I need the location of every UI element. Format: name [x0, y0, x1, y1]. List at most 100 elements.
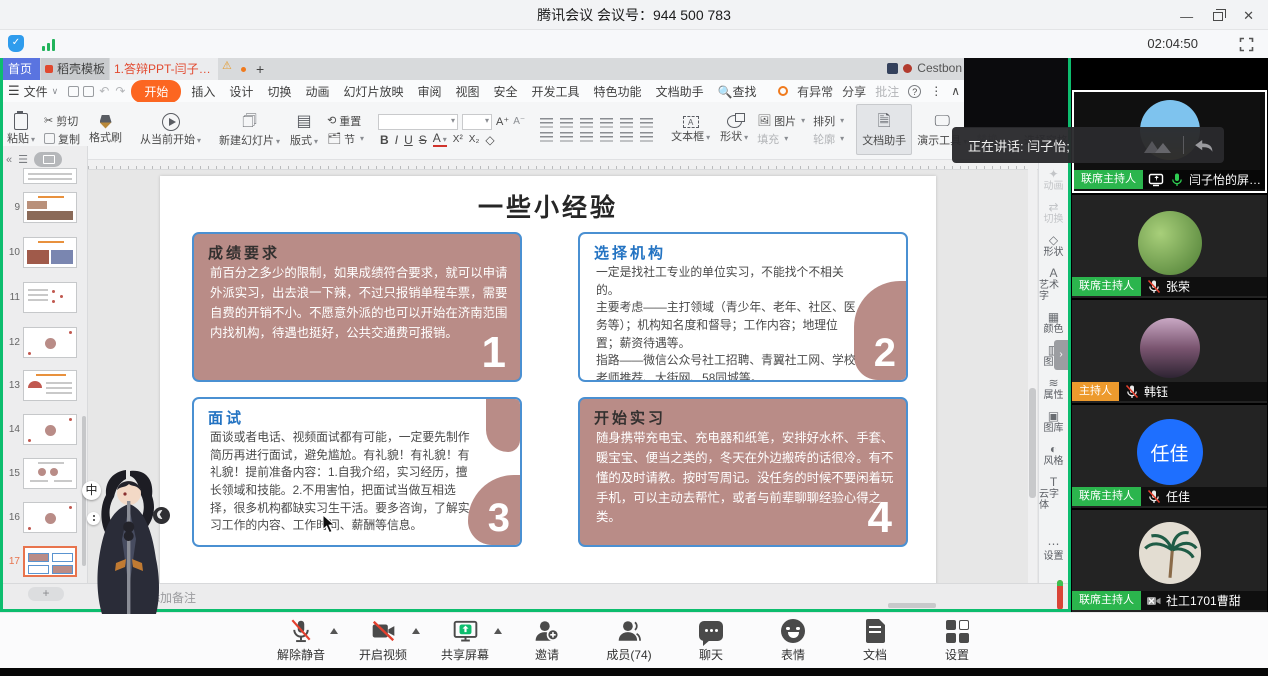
underline-button[interactable]: U: [404, 133, 413, 147]
slideshow-view-icon[interactable]: [34, 152, 62, 167]
redo-icon[interactable]: ↷: [112, 84, 128, 98]
fullscreen-icon[interactable]: [1239, 37, 1254, 52]
text-direction-icon[interactable]: [620, 118, 633, 128]
subscript-button[interactable]: X₂: [469, 134, 480, 145]
font-color-button[interactable]: A: [433, 133, 447, 147]
align-right-icon[interactable]: [580, 132, 593, 142]
slide-thumbnail[interactable]: [23, 168, 77, 184]
menu-home[interactable]: 开始: [131, 80, 181, 103]
slide-thumbnail[interactable]: [23, 282, 77, 313]
start-video-button[interactable]: 开启视频: [354, 617, 412, 663]
vertical-scrollbar[interactable]: [1028, 146, 1037, 583]
textbox-button[interactable]: A文本框: [666, 104, 715, 155]
unmute-button[interactable]: 解除静音: [272, 617, 330, 663]
tool-shapes[interactable]: ◇形状: [1044, 234, 1064, 258]
emoji-button[interactable]: 表情: [764, 617, 822, 663]
menu-animation[interactable]: 动画: [298, 81, 336, 102]
play-from-current-button[interactable]: 从当前开始: [135, 104, 206, 155]
comment-button[interactable]: 批注: [875, 83, 899, 100]
participant-tile[interactable]: 联席主持人 张荣: [1072, 195, 1267, 298]
distribute-icon[interactable]: [620, 132, 633, 142]
participant-tile[interactable]: 任佳 联席主持人 任佳: [1072, 405, 1267, 508]
tool-gallery[interactable]: ▣图库: [1044, 410, 1064, 434]
slide-thumbnail[interactable]: [23, 370, 77, 401]
tool-properties[interactable]: ≋属性: [1044, 377, 1064, 401]
tool-style[interactable]: ◐风格: [1044, 443, 1064, 467]
share-button[interactable]: 分享: [842, 83, 866, 100]
font-size-select[interactable]: [462, 114, 492, 130]
tool-animation[interactable]: ✦动画: [1044, 168, 1064, 192]
settings-button[interactable]: 设置: [928, 617, 986, 663]
tab-document[interactable]: 1.答辩PPT-闫子怡.pptx: [110, 58, 218, 80]
menu-view[interactable]: 视图: [449, 81, 487, 102]
add-slide-button[interactable]: +: [28, 587, 64, 601]
menu-insert[interactable]: 插入: [184, 81, 222, 102]
print-icon[interactable]: [83, 86, 94, 97]
tool-cloud-fonts[interactable]: T云字体: [1039, 476, 1068, 511]
tab-wps-home[interactable]: 首页: [0, 58, 40, 80]
layout-button[interactable]: ▤版式: [285, 104, 323, 155]
tool-transition[interactable]: ⇄切换: [1044, 201, 1064, 225]
share-options-caret[interactable]: [494, 628, 502, 634]
participant-tile[interactable]: 联席主持人 社工1701曹甜: [1072, 510, 1267, 612]
numbered-list-icon[interactable]: [560, 118, 573, 128]
menu-features[interactable]: 特色功能: [587, 81, 649, 102]
outline-button[interactable]: 轮廓: [809, 130, 848, 148]
chat-button[interactable]: 聊天: [682, 617, 740, 663]
increase-font-icon[interactable]: A⁺: [496, 115, 509, 128]
undo-icon[interactable]: ↶: [96, 84, 112, 98]
slide-thumbnail-current[interactable]: [23, 546, 77, 577]
cut-button[interactable]: ✂剪切: [40, 112, 84, 130]
copy-button[interactable]: 复制: [40, 130, 84, 148]
format-painter-button[interactable]: 格式刷: [84, 104, 127, 155]
doc-assistant-button[interactable]: 🗎文档助手: [856, 104, 912, 155]
section-button[interactable]: 🗂节: [323, 130, 368, 148]
warning-icon[interactable]: ⚠: [222, 59, 232, 72]
horizontal-scrollbar-thumb[interactable]: [888, 603, 936, 608]
menu-find[interactable]: 🔍查找: [711, 81, 764, 102]
tab-docer-templates[interactable]: 稻壳模板: [41, 58, 109, 80]
clear-format-icon[interactable]: ◇: [485, 133, 494, 147]
line-spacing-icon[interactable]: [640, 118, 653, 128]
arrange-button[interactable]: 排列: [809, 112, 848, 130]
slide-thumbnail[interactable]: [23, 327, 77, 358]
ime-language-badge[interactable]: 中: [82, 481, 101, 500]
align-left-icon[interactable]: [540, 132, 553, 142]
slide-thumbnail[interactable]: [23, 237, 77, 268]
slide-thumbnail[interactable]: [23, 192, 77, 223]
new-slide-button[interactable]: 🗇新建幻灯片: [214, 104, 285, 155]
columns-icon[interactable]: [640, 132, 653, 142]
slide-thumbnail[interactable]: [23, 502, 77, 533]
strike-button[interactable]: S: [419, 133, 427, 147]
tool-wordart[interactable]: A艺术字: [1039, 267, 1068, 302]
file-menu[interactable]: ☰文件∨: [0, 83, 66, 100]
slide-canvas[interactable]: 一些小经验 成绩要求 前百分之多少的限制，如果成绩符合要求，就可以申请外派实习，…: [160, 176, 936, 595]
bullet-list-icon[interactable]: [540, 118, 553, 128]
restore-icon[interactable]: [1213, 12, 1223, 21]
ime-menu-icon[interactable]: [87, 512, 100, 525]
fill-button[interactable]: 填充: [753, 130, 809, 148]
decrease-font-icon[interactable]: A⁻: [513, 116, 525, 127]
menu-security[interactable]: 安全: [487, 81, 525, 102]
superscript-button[interactable]: X²: [453, 134, 463, 145]
shapes-button[interactable]: 形状: [715, 104, 753, 155]
slide-thumbnail[interactable]: [23, 414, 77, 445]
video-options-caret[interactable]: [412, 628, 420, 634]
font-family-select[interactable]: [378, 114, 458, 130]
share-screen-button[interactable]: 共享屏幕: [436, 617, 494, 663]
collapse-panel-icon[interactable]: «: [6, 154, 12, 166]
ime-mode-icon[interactable]: [153, 507, 170, 524]
more-icon[interactable]: ⋮: [930, 84, 942, 98]
menu-review[interactable]: 审阅: [410, 81, 448, 102]
wps-account[interactable]: Cestbon: [887, 61, 962, 75]
tool-settings[interactable]: ⋯设置: [1044, 538, 1064, 562]
menu-transition[interactable]: 切换: [260, 81, 298, 102]
italic-button[interactable]: I: [395, 133, 398, 147]
menu-devtools[interactable]: 开发工具: [525, 81, 587, 102]
justify-icon[interactable]: [600, 132, 613, 142]
members-button[interactable]: 成员(74): [600, 617, 658, 663]
vertical-scrollbar-thumb[interactable]: [1029, 388, 1036, 498]
menu-doc-assistant[interactable]: 文档助手: [649, 81, 711, 102]
participant-tile[interactable]: 主持人 韩钰: [1072, 300, 1267, 403]
security-shield-icon[interactable]: ✓: [8, 35, 24, 52]
